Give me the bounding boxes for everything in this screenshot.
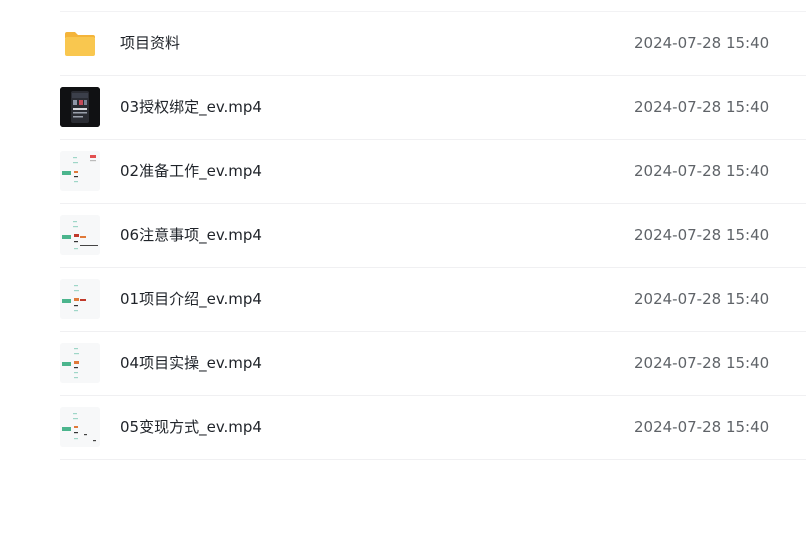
list-item[interactable]: 04项目实操_ev.mp4 2024-07-28 15:40 (60, 332, 806, 396)
list-item[interactable]: 06注意事项_ev.mp4 2024-07-28 15:40 (60, 204, 806, 268)
video-thumbnail (60, 407, 100, 447)
list-item[interactable]: 项目资料 2024-07-28 15:40 (60, 12, 806, 76)
list-item[interactable]: 01项目介绍_ev.mp4 2024-07-28 15:40 (60, 268, 806, 332)
file-name: 05变现方式_ev.mp4 (120, 418, 262, 436)
video-thumbnail (60, 343, 100, 383)
file-date: 2024-07-28 15:40 (634, 34, 770, 52)
video-thumbnail (60, 215, 100, 255)
folder-icon (60, 23, 100, 63)
file-name: 01项目介绍_ev.mp4 (120, 290, 262, 308)
list-item[interactable]: 05变现方式_ev.mp4 2024-07-28 15:40 (60, 396, 806, 460)
video-thumbnail (60, 87, 100, 127)
file-date: 2024-07-28 15:40 (634, 226, 770, 244)
file-date: 2024-07-28 15:40 (634, 162, 770, 180)
file-date: 2024-07-28 15:40 (634, 290, 770, 308)
list-item[interactable]: 03授权绑定_ev.mp4 2024-07-28 15:40 (60, 76, 806, 140)
file-name: 项目资料 (120, 34, 181, 52)
file-name: 03授权绑定_ev.mp4 (120, 98, 262, 116)
file-date: 2024-07-28 15:40 (634, 418, 770, 436)
file-list: 项目资料 2024-07-28 15:40 03授权绑定_ev.mp4 2024… (60, 11, 806, 460)
file-date: 2024-07-28 15:40 (634, 354, 770, 372)
file-name: 06注意事项_ev.mp4 (120, 226, 262, 244)
video-thumbnail (60, 279, 100, 319)
file-name: 04项目实操_ev.mp4 (120, 354, 262, 372)
video-thumbnail (60, 151, 100, 191)
file-date: 2024-07-28 15:40 (634, 98, 770, 116)
list-item[interactable]: 02准备工作_ev.mp4 2024-07-28 15:40 (60, 140, 806, 204)
file-name: 02准备工作_ev.mp4 (120, 162, 262, 180)
